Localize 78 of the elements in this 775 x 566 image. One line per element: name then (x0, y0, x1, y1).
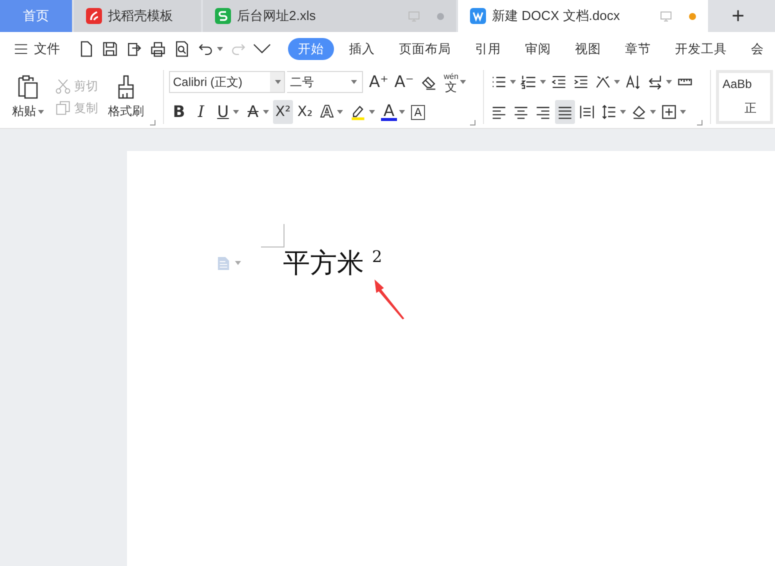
style-preview: AaBb (722, 77, 752, 92)
caret-icon (337, 110, 343, 114)
style-name: 正 (744, 100, 756, 117)
tab-label: 找稻壳模板 (108, 7, 173, 25)
copy-icon (54, 99, 72, 117)
font-name-dropdown[interactable]: Calibri (正文) (169, 71, 285, 93)
ribbon-tab[interactable]: 审阅 (516, 38, 560, 60)
paste-button[interactable]: 粘贴 (8, 74, 48, 120)
ribbon-tab[interactable]: 插入 (340, 38, 384, 60)
distribute-icon (578, 103, 596, 121)
ribbon-tab[interactable]: 章节 (616, 38, 660, 60)
tab-label: 后台网址2.xls (237, 7, 316, 25)
shrink-font-button[interactable]: A⁻ (392, 70, 416, 94)
subscript-button[interactable]: X₂ (295, 100, 315, 124)
caret-icon (275, 80, 281, 84)
font-color-button[interactable]: A (379, 100, 407, 124)
dialog-launcher-icon[interactable] (470, 120, 476, 126)
line-spacing-icon (600, 103, 618, 121)
new-tab-button[interactable]: + (720, 0, 756, 32)
caret-icon (680, 110, 686, 114)
ribbon-tab[interactable]: 视图 (566, 38, 610, 60)
sort-icon (624, 73, 642, 91)
character-border-button[interactable]: A (409, 100, 427, 124)
menu-icon (14, 42, 28, 56)
docer-logo-icon (86, 8, 102, 24)
caret-icon (235, 261, 241, 265)
strikethrough-button[interactable]: A (243, 100, 271, 124)
document-text: 平方米$^{2}$ (283, 246, 382, 281)
caret-icon (666, 80, 672, 84)
ribbon-tab[interactable]: 开发工具 (666, 38, 736, 60)
caret-icon (217, 47, 223, 51)
caret-icon (38, 110, 44, 114)
save-icon (101, 40, 119, 58)
scissors-icon (54, 77, 72, 95)
caret-icon (233, 110, 239, 114)
dialog-launcher-icon[interactable] (150, 120, 156, 126)
style-gallery-item[interactable]: AaBb 正 (716, 70, 774, 124)
caret-icon (620, 110, 626, 114)
caret-icon (510, 80, 516, 84)
margin-corner-mark (261, 224, 285, 248)
phonetic-guide-button[interactable]: wén 文 (442, 70, 468, 94)
document-tab[interactable]: 新建 DOCX 文档.docx (458, 0, 708, 32)
borders-icon (660, 103, 678, 121)
tab-label: 首页 (23, 7, 49, 25)
caret-icon (540, 80, 546, 84)
format-painter-button[interactable]: 格式刷 (104, 74, 148, 120)
caret-icon (650, 110, 656, 114)
file-menu[interactable]: 文件 (14, 40, 60, 58)
text-effect-button[interactable]: A (317, 100, 345, 124)
caret-icon (460, 80, 466, 84)
superscript-button[interactable]: X² (273, 100, 293, 124)
document-tab[interactable]: 后台网址2.xls (203, 0, 456, 32)
ribbon-tab[interactable]: 会 (742, 38, 773, 60)
justify-button[interactable] (555, 100, 576, 124)
dialog-launcher-icon[interactable] (697, 120, 704, 126)
spreadsheet-app-icon (215, 8, 231, 24)
bold-button[interactable]: B (169, 100, 189, 124)
caret-icon (369, 110, 375, 114)
grow-font-button[interactable]: A⁺ (367, 70, 390, 94)
caret-icon (399, 110, 405, 114)
print-icon (149, 40, 167, 58)
caret-icon (351, 80, 357, 84)
print-preview-icon (173, 40, 191, 58)
underline-button[interactable]: U (213, 100, 241, 124)
highlighter-icon (349, 103, 367, 121)
numbered-list-icon (520, 73, 538, 91)
decrease-indent-icon (550, 73, 568, 91)
export-icon (125, 40, 143, 58)
font-size-dropdown[interactable]: 二号 (287, 71, 363, 93)
tab-label: 新建 DOCX 文档.docx (492, 7, 620, 25)
document-tab[interactable]: 找稻壳模板 (74, 0, 201, 32)
writer-app-icon (470, 8, 486, 24)
caret-icon (263, 110, 269, 114)
italic-button[interactable]: I (191, 100, 211, 124)
increase-indent-icon (572, 73, 590, 91)
ribbon-tab[interactable]: 页面布局 (390, 38, 460, 60)
ribbon-tab[interactable]: 引用 (466, 38, 510, 60)
caret-icon (614, 80, 620, 84)
